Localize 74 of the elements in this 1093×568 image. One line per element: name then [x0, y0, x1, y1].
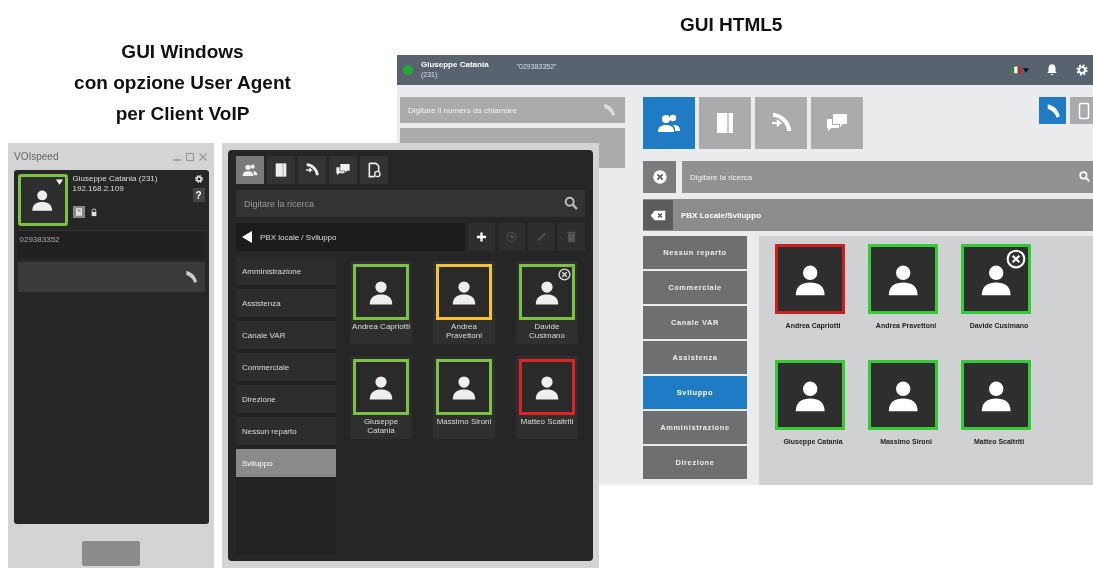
flag-icon[interactable]: [1011, 66, 1021, 74]
status-dot: [403, 65, 413, 75]
contact-name: Davide Cusimano: [528, 322, 566, 340]
contact-name: Matteo Scaltriti: [519, 417, 575, 426]
pencil-icon: [536, 231, 547, 243]
search-icon: [563, 195, 579, 211]
contact-avatar[interactable]: [775, 360, 845, 430]
dial-field[interactable]: Digitare il numero da chiamare: [400, 97, 625, 123]
blocked-icon: [1006, 249, 1026, 269]
caption-line: GUI Windows: [121, 40, 244, 64]
search-field[interactable]: Digitare la ricerca: [682, 161, 1093, 193]
contact-name: Andrea Pravettoni: [445, 322, 483, 340]
phone-button[interactable]: [1039, 97, 1066, 124]
trash-icon: [566, 231, 577, 243]
user-avatar[interactable]: [17, 174, 68, 226]
help-button[interactable]: ?: [192, 188, 205, 202]
backspace-icon: [650, 209, 666, 221]
settings-icon[interactable]: [193, 174, 204, 184]
caret-icon: [55, 179, 63, 185]
dial-field[interactable]: [17, 262, 205, 292]
tag-icon: [506, 231, 517, 243]
user-name: Giuseppe Catania: [421, 60, 489, 70]
search-icon: [1078, 170, 1091, 183]
search-field[interactable]: Digitare la ricerca: [236, 190, 585, 217]
users-icon: [242, 162, 258, 178]
contact-card[interactable]: Matteo Scaltriti: [516, 356, 578, 439]
contact-name: Massimo Sironi: [435, 417, 493, 426]
breadcrumb-path: PBX Locale/Sviluppo: [681, 210, 761, 220]
department-item[interactable]: Assistenza: [236, 289, 336, 317]
contact-avatar[interactable]: [961, 244, 1031, 314]
contact-card[interactable]: Davide Cusimano: [516, 261, 578, 344]
close-icon: [651, 169, 668, 185]
call-forward-icon: [304, 162, 320, 178]
department-item[interactable]: Canale VAR: [236, 321, 336, 349]
contact-avatar[interactable]: [868, 360, 938, 430]
department-item[interactable]: Commerciale: [236, 353, 336, 381]
blocked-icon: [558, 268, 571, 281]
contact-card[interactable]: Giuseppe Catania: [350, 356, 412, 439]
back-button[interactable]: [643, 200, 673, 230]
contact-avatar[interactable]: [961, 360, 1031, 430]
document-icon: [366, 162, 382, 178]
clear-button[interactable]: [643, 161, 676, 193]
user-name: Giuseppe Catania (231): [72, 174, 159, 183]
add-button[interactable]: [468, 223, 495, 251]
breadcrumb-path: PBX locale / Sviluppo: [260, 232, 337, 242]
department-item[interactable]: Direzione: [236, 385, 336, 413]
caption-line: per Client VoIP: [115, 102, 250, 126]
contact-avatar[interactable]: [775, 244, 845, 314]
back-icon[interactable]: [242, 231, 252, 243]
phone-icon: [601, 102, 617, 118]
department-item[interactable]: Amministrazione: [236, 257, 336, 285]
contact-card[interactable]: Massimo Sironi: [433, 356, 495, 439]
caption-line: con opzione User Agent: [74, 71, 291, 95]
bell-icon[interactable]: [1045, 63, 1059, 77]
caret-icon[interactable]: [1023, 67, 1029, 73]
contact-name: Giuseppe Catania: [362, 417, 400, 435]
tab[interactable]: [329, 156, 357, 184]
lock-icon[interactable]: [90, 207, 97, 217]
chat-icon: [335, 162, 351, 178]
tab[interactable]: [298, 156, 326, 184]
tab[interactable]: [267, 156, 295, 184]
contact-card[interactable]: Andrea Pravettoni: [433, 261, 495, 344]
window-title: VOIspeed: [14, 151, 59, 162]
tab[interactable]: [360, 156, 388, 184]
contact-avatar[interactable]: [868, 244, 938, 314]
plus-icon: [476, 231, 487, 243]
book-icon: [273, 162, 289, 178]
caption: GUI HTML5: [680, 14, 783, 36]
department-item[interactable]: Nessun reparto: [236, 417, 336, 445]
ip-address: 192.168.2.109: [72, 184, 125, 193]
building-icon[interactable]: [72, 206, 85, 218]
contact-card[interactable]: Andrea Capriotti: [350, 261, 412, 344]
phone-number: 029383352: [17, 230, 205, 258]
contact-name: Andrea Capriotti: [352, 322, 410, 331]
